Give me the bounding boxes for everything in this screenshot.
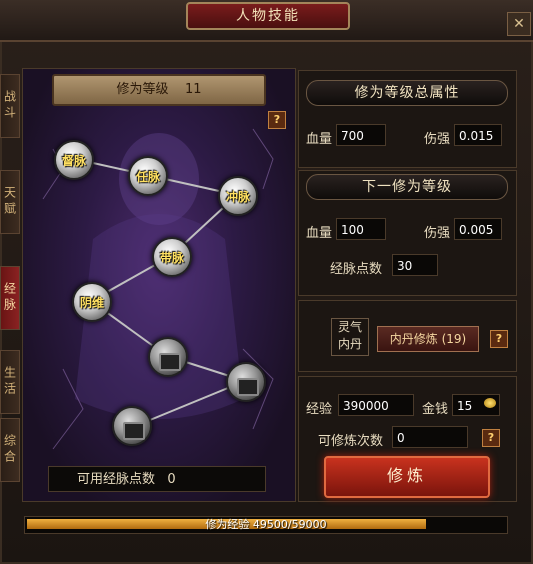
close-button[interactable]: ✕ (507, 12, 531, 36)
next-dmg-label: 伤强 (424, 226, 451, 241)
total-hp-value: 700 (336, 124, 386, 146)
exp-label: 经验 (306, 402, 333, 417)
cultivate-button[interactable]: 修炼 (324, 456, 490, 498)
meridian-panel (22, 68, 296, 502)
exp-value: 390000 (338, 394, 414, 416)
cultivation-exp-bar: 修为经验 49500/59000 (24, 516, 508, 534)
meridian-help-button[interactable]: ? (268, 111, 286, 129)
meridian-node-yinwei[interactable]: 阴维 (72, 282, 112, 322)
tab-meridian[interactable]: 经脉 (0, 266, 20, 330)
meridian-node-dai[interactable]: 带脉 (152, 237, 192, 277)
exp-bar-label: 修为经验 (205, 518, 250, 531)
level-label: 修为等级 (116, 82, 169, 97)
next-hp-value: 100 (336, 218, 386, 240)
available-points-label: 可用经脉点数 (77, 472, 156, 487)
level-value: 11 (185, 82, 202, 97)
tab-life[interactable]: 生活 (0, 350, 20, 414)
exp-bar-value: 49500/59000 (252, 518, 327, 531)
available-points: 可用经脉点数 0 (48, 466, 266, 492)
next-points-value: 30 (392, 254, 438, 276)
total-dmg-label: 伤强 (424, 132, 451, 147)
meridian-node-du[interactable]: 督脉 (54, 140, 94, 180)
cultivation-exp-text: 修为经验 49500/59000 (25, 517, 507, 533)
meridian-node-yinqiao[interactable] (226, 362, 266, 402)
neidan-help-button[interactable]: ? (490, 330, 508, 348)
meridian-node-chong[interactable]: 冲脉 (218, 176, 258, 216)
neidan-cultivate-button[interactable]: 内丹修炼 (19) (377, 326, 479, 352)
cultivate-help-button[interactable]: ? (482, 429, 500, 447)
tab-general[interactable]: 综合 (0, 418, 20, 482)
gold-label: 金钱 (422, 402, 449, 417)
window-title: 人物技能 (186, 2, 350, 30)
total-attrs-header: 修为等级总属性 (306, 80, 508, 106)
next-level-header: 下一修为等级 (306, 174, 508, 200)
lingqi-neidan-icon: 灵气 内丹 (331, 318, 369, 356)
meridian-node-yangqiao[interactable] (112, 406, 152, 446)
meridian-node-yangwei[interactable] (148, 337, 188, 377)
next-dmg-value: 0.005 (454, 218, 502, 240)
times-value: 0 (392, 426, 468, 448)
lingqi-label: 灵气 (337, 320, 362, 334)
total-dmg-value: 0.015 (454, 124, 502, 146)
next-hp-label: 血量 (306, 226, 333, 241)
neidan-label: 内丹 (337, 337, 362, 351)
tab-combat[interactable]: 战斗 (0, 74, 20, 138)
tab-talent[interactable]: 天赋 (0, 170, 20, 234)
level-banner: 修为等级 11 (52, 74, 266, 106)
title-bar: 人物技能 ✕ (0, 0, 533, 42)
total-hp-label: 血量 (306, 132, 333, 147)
available-points-value: 0 (167, 472, 176, 487)
next-points-label: 经脉点数 (330, 262, 383, 277)
gold-coin-icon (484, 398, 496, 408)
meridian-background (42, 128, 274, 450)
times-label: 可修炼次数 (318, 434, 384, 449)
meridian-node-ren[interactable]: 任脉 (128, 156, 168, 196)
